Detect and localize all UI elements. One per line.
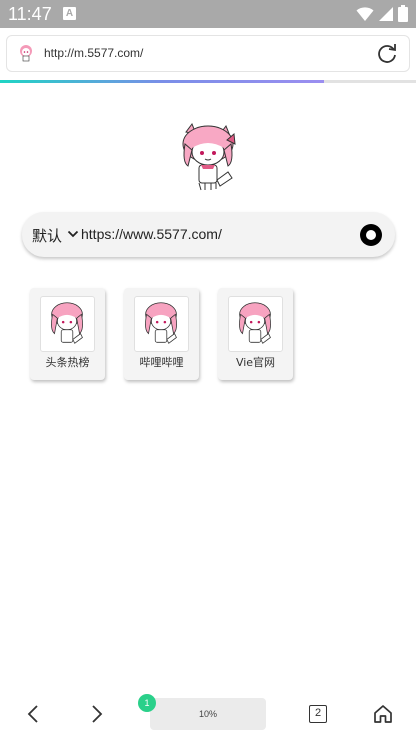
- page-load-progress: [0, 80, 416, 83]
- download-count-badge: 1: [138, 694, 156, 712]
- url-text[interactable]: http://m.5577.com/: [44, 46, 143, 60]
- search-input[interactable]: https://www.5577.com/: [81, 226, 222, 242]
- signal-icon: [379, 6, 393, 21]
- home-icon[interactable]: [372, 703, 394, 725]
- wifi-icon: [356, 6, 374, 21]
- chevron-down-icon[interactable]: [67, 229, 79, 239]
- shortcut-tile-bilibili[interactable]: 哔哩哔哩: [124, 288, 199, 380]
- site-favicon-icon: [20, 45, 32, 62]
- shortcut-tile-toutiao[interactable]: 头条热榜: [30, 288, 105, 380]
- reload-icon[interactable]: [375, 42, 399, 66]
- bottom-toolbar: 10% 1 2: [0, 690, 416, 741]
- notification-a-icon: A: [63, 7, 76, 20]
- forward-arrow-icon[interactable]: [86, 702, 108, 726]
- shortcut-label: 头条热榜: [45, 356, 90, 369]
- shortcut-label: Vie官网: [235, 356, 276, 369]
- search-engine-selector[interactable]: 默认: [32, 225, 62, 246]
- go-search-icon[interactable]: [360, 224, 382, 246]
- search-box[interactable]: 默认 https://www.5577.com/: [22, 212, 395, 257]
- back-arrow-icon[interactable]: [22, 702, 44, 726]
- status-bar: 11:47 A: [0, 0, 416, 28]
- page-load-progress-fill: [0, 80, 325, 83]
- status-icons: [356, 5, 408, 22]
- battery-icon: [398, 5, 408, 22]
- anime-girl-icon: [228, 296, 283, 352]
- download-progress-button[interactable]: 10%: [150, 698, 266, 730]
- shortcut-tile-vie[interactable]: Vie官网: [218, 288, 293, 380]
- tab-switcher-button[interactable]: 2: [309, 705, 327, 723]
- status-time: 11:47: [8, 4, 52, 24]
- mascot-logo: [182, 122, 236, 191]
- anime-girl-icon: [40, 296, 95, 352]
- shortcut-label: 哔哩哔哩: [139, 356, 184, 369]
- address-bar[interactable]: http://m.5577.com/: [6, 35, 410, 72]
- anime-girl-icon: [134, 296, 189, 352]
